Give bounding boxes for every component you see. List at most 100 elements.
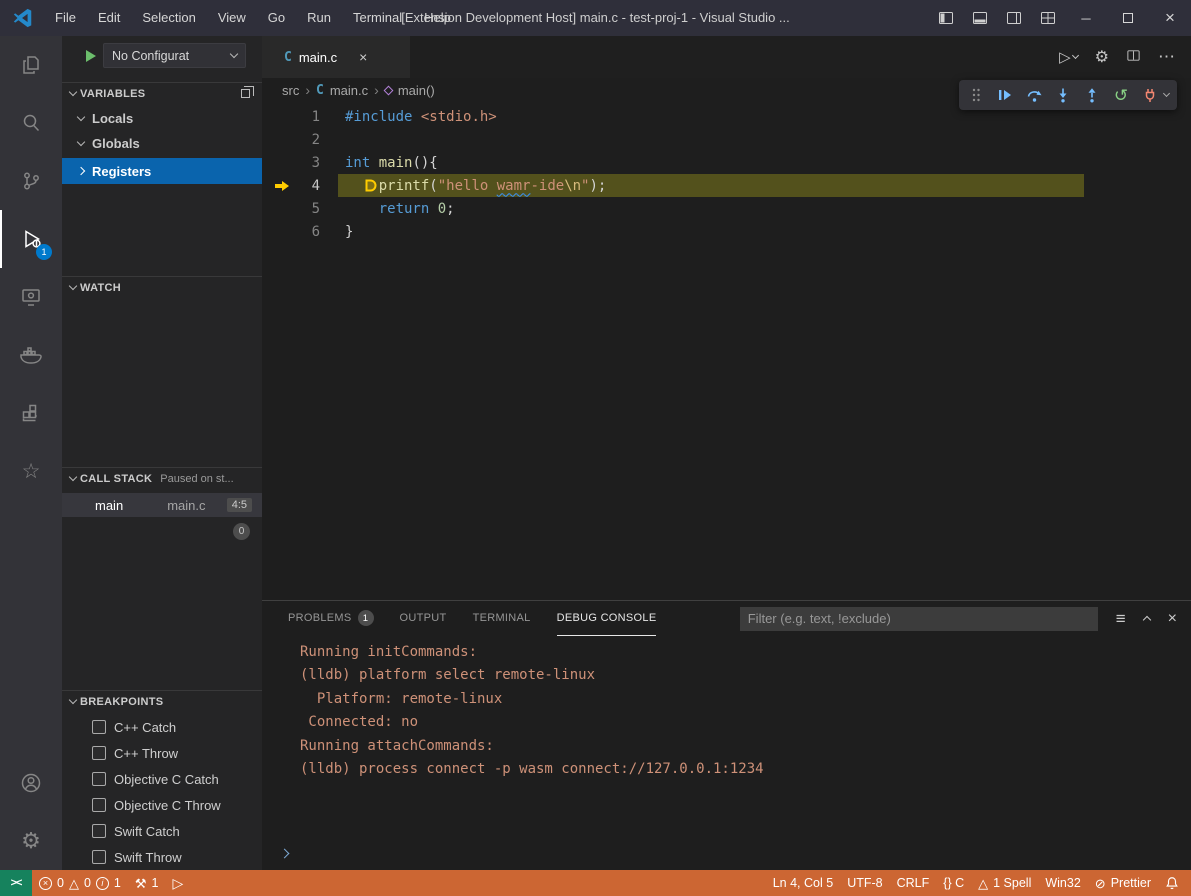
step-into-icon[interactable] [1054,84,1072,106]
extensions-icon[interactable] [0,384,62,442]
line-number[interactable]: 6 [292,224,320,240]
tab-main-c[interactable]: C main.c × [262,36,410,78]
settings-gear-icon[interactable]: ⚙ [0,812,62,870]
cursor-position-status[interactable]: Ln 4, Col 5 [766,870,840,896]
call-stack-section-header[interactable]: CALL STACK Paused on st... [62,467,262,489]
launch-configuration-dropdown[interactable]: No Configurat [103,43,246,68]
close-button[interactable]: × [1149,0,1191,36]
breakpoint-checkbox[interactable] [92,772,106,786]
line-number[interactable]: 2 [292,132,320,148]
customize-layout-icon[interactable] [1031,0,1065,36]
c-file-icon: C [316,83,324,98]
start-debugging-icon[interactable] [86,50,96,62]
menu-view[interactable]: View [207,0,257,36]
menu-edit[interactable]: Edit [87,0,131,36]
minimize-button[interactable]: ─ [1065,0,1107,36]
docker-icon[interactable] [0,326,62,384]
call-stack-frame[interactable]: main main.c 4:5 [62,493,262,517]
panel-tab-terminal[interactable]: TERMINAL [473,601,531,636]
step-out-icon[interactable] [1083,84,1101,106]
problems-status[interactable]: × 0 △ 0 i 1 [32,870,128,896]
breakpoint-checkbox[interactable] [92,720,106,734]
menu-go[interactable]: Go [257,0,296,36]
account-icon[interactable] [0,754,62,812]
run-or-debug-icon[interactable]: ▷ [1059,48,1078,66]
menu-selection[interactable]: Selection [131,0,206,36]
toolchain-status[interactable]: ⚒ 1 [128,870,166,896]
gear-icon[interactable]: ⚙ [1095,47,1109,67]
menu-run[interactable]: Run [296,0,342,36]
run-and-debug-icon[interactable]: 1 [0,210,62,268]
breakpoint-checkbox[interactable] [92,798,106,812]
watch-section-header[interactable]: WATCH [62,276,262,298]
search-icon[interactable] [0,94,62,152]
breakpoint-row-swift-catch[interactable]: Swift Catch [62,818,262,844]
eol-status[interactable]: CRLF [890,870,937,896]
glyph-margin[interactable] [262,151,292,174]
breakpoint-row-c-throw[interactable]: C++ Throw [62,740,262,766]
chevron-down-icon[interactable] [1163,90,1170,97]
line-number[interactable]: 5 [292,201,320,217]
explorer-icon[interactable] [0,36,62,94]
maximize-panel-icon[interactable] [1144,614,1150,623]
breadcrumb-symbol[interactable]: main() [398,83,435,98]
breakpoint-checkbox[interactable] [92,850,106,864]
step-over-icon[interactable] [1025,84,1043,106]
split-editor-icon[interactable] [1126,48,1141,66]
close-panel-icon[interactable]: × [1168,610,1177,628]
variables-scope-registers[interactable]: Registers [62,158,262,184]
code-area[interactable]: 1#include <stdio.h>23int main(){4 printf… [262,102,1191,600]
variables-section-header[interactable]: VARIABLES [62,82,262,104]
filter-icon[interactable]: ≡ [1116,609,1126,629]
variables-scope-globals[interactable]: Globals [62,131,262,155]
glyph-margin[interactable] [262,128,292,151]
language-mode-status[interactable]: {} C [936,870,971,896]
breakpoint-row-objective-c-catch[interactable]: Objective C Catch [62,766,262,792]
breakpoint-checkbox[interactable] [92,824,106,838]
panel-tab-output[interactable]: OUTPUT [400,601,447,636]
maximize-button[interactable] [1107,0,1149,36]
debug-status-icon[interactable]: ▷ [165,870,190,896]
console-filter-input[interactable] [740,607,1098,631]
breadcrumb-folder[interactable]: src [282,83,299,98]
inline-breakpoint-marker[interactable] [364,179,377,196]
line-number[interactable]: 1 [292,109,320,125]
line-number[interactable]: 4 [292,178,320,194]
console-prompt-icon[interactable] [281,845,288,860]
breakpoint-checkbox[interactable] [92,746,106,760]
variables-scope-locals[interactable]: Locals [62,106,262,130]
panel-tab-problems[interactable]: PROBLEMS1 [288,601,374,636]
disconnect-icon[interactable] [1141,84,1159,106]
source-control-icon[interactable] [0,152,62,210]
debug-current-line-arrow[interactable] [262,174,292,197]
encoding-status[interactable]: UTF-8 [840,870,889,896]
prettier-status[interactable]: ⊘ Prettier [1088,870,1158,896]
toggle-secondary-sidebar-icon[interactable] [997,0,1031,36]
spell-checker-status[interactable]: △ 1 Spell [971,870,1038,896]
toolbar-drag-grip[interactable] [967,84,985,106]
breakpoints-section-header[interactable]: BREAKPOINTS [62,690,262,712]
notifications-bell-icon[interactable] [1158,870,1191,896]
collapse-all-icon[interactable] [241,89,250,98]
glyph-margin[interactable] [262,105,292,128]
toggle-panel-icon[interactable] [963,0,997,36]
breadcrumb-file[interactable]: main.c [330,83,368,98]
continue-icon[interactable] [996,84,1014,106]
line-number[interactable]: 3 [292,155,320,171]
menu-file[interactable]: File [44,0,87,36]
glyph-margin[interactable] [262,197,292,220]
breakpoint-row-c-catch[interactable]: C++ Catch [62,714,262,740]
panel-tab-debug-console[interactable]: DEBUG CONSOLE [557,601,657,636]
toggle-sidebar-icon[interactable] [929,0,963,36]
star-icon[interactable]: ☆ [0,442,62,500]
close-tab-icon[interactable]: × [359,49,367,65]
breakpoint-row-objective-c-throw[interactable]: Objective C Throw [62,792,262,818]
platform-status[interactable]: Win32 [1038,870,1087,896]
restart-icon[interactable]: ↺ [1112,84,1130,106]
breakpoint-row-swift-throw[interactable]: Swift Throw [62,844,262,870]
breadcrumb-separator: › [374,82,379,98]
remote-indicator[interactable]: >< [0,870,32,896]
more-actions-icon[interactable]: ⋯ [1158,47,1175,67]
remote-explorer-icon[interactable] [0,268,62,326]
glyph-margin[interactable] [262,220,292,243]
